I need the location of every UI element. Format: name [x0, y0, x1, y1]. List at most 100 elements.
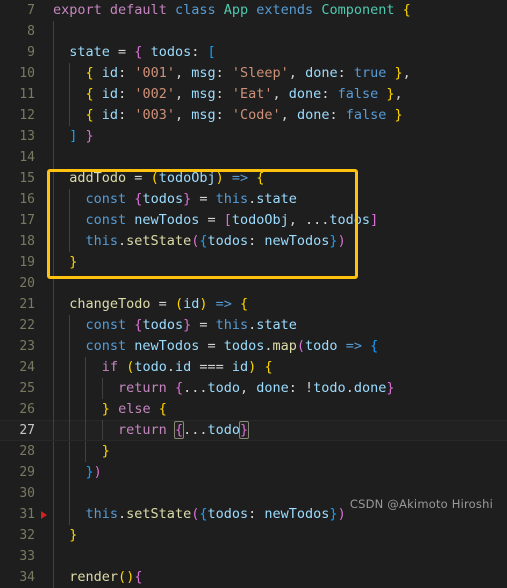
code-line[interactable]: 20: [0, 273, 507, 294]
code-line[interactable]: 19 }: [0, 252, 507, 273]
code-text: changeTodo = (id) => {: [44, 294, 507, 315]
code-line[interactable]: 34 render(){: [0, 567, 507, 588]
code-line[interactable]: 10 { id: '001', msg: 'Sleep', done: true…: [0, 63, 507, 84]
code-text: } else {: [44, 399, 507, 420]
line-number: 30: [19, 486, 35, 501]
token: ,: [280, 107, 297, 123]
code-line[interactable]: 9 state = { todos: [: [0, 42, 507, 63]
code-line[interactable]: 32 }: [0, 525, 507, 546]
indent-guide: [53, 357, 54, 378]
line-number: 23: [19, 339, 35, 354]
line-number: 31: [0, 504, 47, 525]
indent-guide: [85, 441, 87, 462]
token: ): [93, 464, 102, 480]
token: done: [256, 380, 289, 396]
token: :: [215, 86, 232, 102]
indent-guide: [53, 399, 54, 420]
token: class: [174, 2, 216, 18]
code-line[interactable]: 17 const newTodos = [todoObj, ...todos]: [0, 210, 507, 231]
token: :: [215, 107, 232, 123]
token: {: [256, 170, 265, 186]
code-editor[interactable]: 7 export default class App extends Compon…: [0, 0, 507, 588]
indent-guide: [85, 399, 87, 420]
token: }: [183, 317, 192, 333]
token: ,: [174, 107, 192, 123]
code-line[interactable]: 8: [0, 21, 507, 42]
code-line[interactable]: 22 const {todos} = this.state: [0, 315, 507, 336]
token: ...: [183, 380, 208, 396]
code-line[interactable]: 28 }: [0, 441, 507, 462]
code-line[interactable]: 13 ] }: [0, 126, 507, 147]
code-line[interactable]: 15 addTodo = (todoObj) => {: [0, 168, 507, 189]
line-number: 15: [19, 171, 35, 186]
code-text: this.setState({todos: newTodos}): [44, 231, 507, 252]
token: App: [223, 2, 249, 18]
token: ===: [191, 359, 232, 375]
token: 'Eat': [231, 86, 273, 102]
code-line[interactable]: 12 { id: '003', msg: 'Code', done: false…: [0, 105, 507, 126]
code-line[interactable]: 29 }): [0, 462, 507, 483]
code-line[interactable]: 33: [0, 546, 507, 567]
token: addTodo: [69, 170, 127, 186]
token: Component: [321, 2, 395, 18]
token: newTodos: [134, 338, 200, 354]
code-line[interactable]: 18 this.setState({todos: newTodos}): [0, 231, 507, 252]
indent-guide: [53, 546, 54, 567]
code-line[interactable]: 26 } else {: [0, 399, 507, 420]
token: ...: [183, 422, 208, 438]
indent-guide: [53, 294, 54, 315]
token: todoObj: [231, 212, 289, 228]
code-text: const newTodos = [todoObj, ...todos]: [44, 210, 507, 231]
token: ,: [174, 65, 192, 81]
indent-guide: [69, 84, 71, 105]
line-number: 22: [19, 318, 35, 333]
token: ,: [394, 86, 403, 102]
code-line[interactable]: 21 changeTodo = (id) => {: [0, 294, 507, 315]
line-number: 21: [19, 297, 35, 312]
token: {: [174, 380, 184, 396]
line-number: 14: [19, 150, 35, 165]
token: else: [118, 401, 151, 417]
indent-guide: [101, 420, 103, 441]
token: this: [85, 233, 119, 249]
token: =: [199, 212, 224, 228]
token: ,: [288, 212, 306, 228]
token: this: [215, 191, 249, 207]
token: }: [394, 107, 403, 123]
indent-guide: [69, 336, 71, 357]
code-line[interactable]: 25 return {...todo, done: !todo.done}: [0, 378, 507, 399]
code-text: return {...todo, done: !todo.done}: [44, 378, 507, 399]
indent-guide: [101, 378, 103, 399]
indent-guide: [53, 567, 54, 588]
code-line[interactable]: 11 { id: '002', msg: 'Eat', done: false …: [0, 84, 507, 105]
code-line[interactable]: 14: [0, 147, 507, 168]
indent-guide: [53, 84, 54, 105]
token: id: [174, 359, 192, 375]
token: id: [183, 296, 200, 312]
code-line[interactable]: 24 if (todo.id === id) {: [0, 357, 507, 378]
token: }: [85, 128, 94, 144]
indent-guide: [53, 462, 54, 483]
token: :: [215, 65, 232, 81]
line-number: 33: [19, 549, 35, 564]
token: todo: [207, 422, 240, 438]
token: ): [215, 170, 224, 186]
indent-guide: [53, 126, 54, 147]
token: id: [101, 86, 119, 102]
code-line[interactable]: 16 const {todos} = this.state: [0, 189, 507, 210]
code-line[interactable]: 23 const newTodos = todos.map(todo => {: [0, 336, 507, 357]
code-line[interactable]: 27 return {...todo}: [0, 420, 507, 441]
indent-guide: [69, 462, 71, 483]
token: :: [337, 65, 354, 81]
code-line[interactable]: 7 export default class App extends Compon…: [0, 0, 507, 21]
code-text: const newTodos = todos.map(todo => {: [44, 336, 507, 357]
token: {: [158, 401, 167, 417]
token: if: [101, 359, 119, 375]
